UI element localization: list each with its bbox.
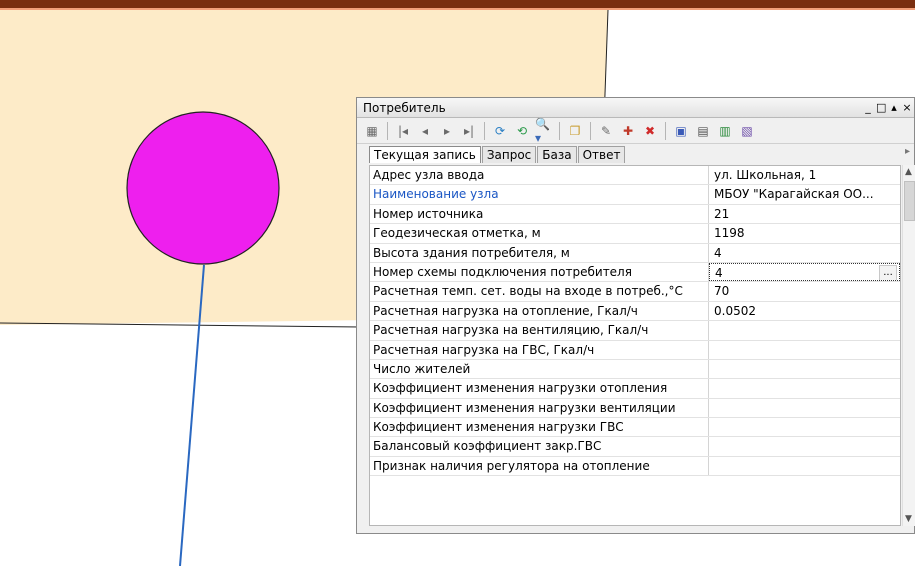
first-record-icon[interactable]: |◂	[394, 122, 412, 140]
property-value[interactable]: МБОУ "Карагайская ОО...	[709, 185, 900, 203]
property-name: Адрес узла ввода	[370, 166, 709, 185]
property-value[interactable]	[709, 341, 900, 359]
consumer-properties-panel: Потребитель _ □ ▴ × ▦ |◂ ◂ ▸ ▸| ⟳ ⟲ 🔍▾ ❐…	[356, 97, 915, 534]
property-row[interactable]: Номер схемы подключения потребителя 4...	[370, 262, 900, 283]
area-border-bottom	[0, 322, 361, 328]
add-record-icon[interactable]: ✚	[619, 122, 637, 140]
property-name: Число жителей	[370, 359, 709, 379]
property-row[interactable]: Расчетная темп. сет. воды на входе в пот…	[370, 282, 900, 302]
tab-answer[interactable]: Ответ	[577, 146, 626, 163]
last-record-icon[interactable]: ▸|	[460, 122, 478, 140]
close-button[interactable]: ×	[902, 101, 912, 114]
property-row[interactable]: Расчетная нагрузка на вентиляцию, Гкал/ч	[370, 321, 900, 341]
property-value[interactable]	[709, 379, 900, 397]
property-name: Номер схемы подключения потребителя	[370, 262, 709, 282]
toolbar-separator	[590, 121, 591, 140]
property-value-editor[interactable]: 4...	[709, 262, 900, 282]
property-name: Геодезическая отметка, м	[370, 224, 709, 243]
tabs-scroll-right-icon[interactable]: ▸	[905, 146, 910, 157]
table-settings-icon[interactable]: ▧	[738, 122, 756, 140]
property-name: Расчетная нагрузка на ГВС, Гкал/ч	[370, 340, 709, 359]
property-value[interactable]	[709, 360, 900, 378]
window-buttons: _ □ ▴ ×	[863, 101, 914, 114]
scroll-down-icon[interactable]: ▼	[905, 514, 912, 524]
panel-titlebar: Потребитель _ □ ▴ ×	[357, 98, 914, 118]
property-value[interactable]: 1198	[709, 224, 900, 242]
property-row[interactable]: Наименование узла МБОУ "Карагайская ОО...	[370, 185, 900, 205]
property-value[interactable]	[709, 457, 900, 475]
property-row[interactable]: Адрес узла ввода ул. Школьная, 1	[370, 166, 900, 186]
property-value[interactable]: 21	[709, 205, 900, 223]
property-row[interactable]: Коэффициент изменения нагрузки отопления	[370, 379, 900, 399]
reload-icon[interactable]: ⟲	[513, 122, 531, 140]
edit-record-icon[interactable]: ✎	[597, 122, 615, 140]
property-row[interactable]: Номер источника 21	[370, 204, 900, 225]
property-row[interactable]: Коэффициент изменения нагрузки ГВС	[370, 418, 900, 438]
property-name: Номер источника	[370, 204, 709, 224]
edit-table-icon[interactable]: ▤	[694, 122, 712, 140]
save-icon[interactable]: ▣	[672, 122, 690, 140]
property-value[interactable]: ул. Школьная, 1	[709, 166, 900, 184]
property-name: Высота здания потребителя, м	[370, 243, 709, 262]
tab-query[interactable]: Запрос	[481, 146, 537, 163]
refresh-icon[interactable]: ⟳	[491, 122, 509, 140]
delete-record-icon[interactable]: ✖	[641, 122, 659, 140]
scroll-thumb[interactable]	[904, 181, 915, 221]
property-value[interactable]	[709, 418, 900, 436]
toolbar-separator	[665, 121, 666, 140]
property-value[interactable]: 0.0502	[709, 302, 900, 320]
grid-scrollbar[interactable]: ▲ ▼	[902, 165, 915, 526]
property-name: Наименование узла	[370, 185, 709, 204]
property-row[interactable]: Высота здания потребителя, м4	[370, 243, 900, 263]
property-value[interactable]: 4	[709, 244, 900, 262]
property-row[interactable]: Геодезическая отметка, м 1198	[370, 224, 900, 244]
property-row[interactable]: Коэффициент изменения нагрузки вентиляци…	[370, 398, 900, 419]
copy-record-icon[interactable]: ❐	[566, 122, 584, 140]
ellipsis-button[interactable]: ...	[879, 264, 897, 281]
property-name: Расчетная нагрузка на отопление, Гкал/ч	[370, 301, 709, 321]
property-value[interactable]	[709, 437, 900, 455]
property-value[interactable]: 70	[709, 282, 900, 300]
search-dropdown-icon[interactable]: 🔍▾	[535, 117, 553, 145]
property-name: Балансовый коэффициент закр.ГВС	[370, 437, 709, 456]
toolbar-separator	[387, 121, 388, 140]
property-name: Признак наличия регулятора на отопление	[370, 456, 709, 476]
minimize-button[interactable]: _	[863, 101, 873, 114]
property-row[interactable]: Признак наличия регулятора на отопление	[370, 456, 900, 477]
prev-record-icon[interactable]: ◂	[416, 122, 434, 140]
property-name: Коэффициент изменения нагрузки ГВС	[370, 418, 709, 437]
property-row[interactable]: Расчетная нагрузка на отопление, Гкал/ч 0…	[370, 301, 900, 322]
maximize-button[interactable]: □	[876, 101, 886, 114]
property-value[interactable]	[709, 399, 900, 417]
property-name: Расчетная нагрузка на вентиляцию, Гкал/ч	[370, 321, 709, 340]
property-row[interactable]: Расчетная нагрузка на ГВС, Гкал/ч	[370, 340, 900, 360]
next-record-icon[interactable]: ▸	[438, 122, 456, 140]
tab-bar: Текущая запись Запрос База Ответ ▸	[357, 144, 914, 163]
scroll-up-icon[interactable]: ▲	[905, 167, 912, 177]
grid-view-icon[interactable]: ▦	[363, 122, 381, 140]
property-value[interactable]	[709, 321, 900, 339]
property-value-text[interactable]: 4	[715, 266, 723, 280]
consumer-node[interactable]	[126, 111, 280, 265]
top-decorative-bar	[0, 0, 915, 10]
toolbar-separator	[559, 121, 560, 140]
property-name: Коэффициент изменения нагрузки отопления	[370, 379, 709, 398]
property-name: Расчетная темп. сет. воды на входе в пот…	[370, 282, 709, 301]
property-row[interactable]: Балансовый коэффициент закр.ГВС	[370, 437, 900, 457]
property-name: Коэффициент изменения нагрузки вентиляци…	[370, 398, 709, 418]
toolbar-separator	[484, 121, 485, 140]
properties-grid: Адрес узла ввода ул. Школьная, 1 Наименов…	[369, 165, 901, 526]
table-tool-icon[interactable]: ▥	[716, 122, 734, 140]
property-row[interactable]: Число жителей	[370, 359, 900, 380]
panel-toolbar: ▦ |◂ ◂ ▸ ▸| ⟳ ⟲ 🔍▾ ❐ ✎ ✚ ✖ ▣ ▤ ▥ ▧	[357, 117, 914, 145]
tab-current-record[interactable]: Текущая запись	[369, 146, 481, 163]
tab-base[interactable]: База	[537, 146, 577, 163]
collapse-button[interactable]: ▴	[889, 101, 899, 114]
panel-title: Потребитель	[363, 100, 446, 115]
